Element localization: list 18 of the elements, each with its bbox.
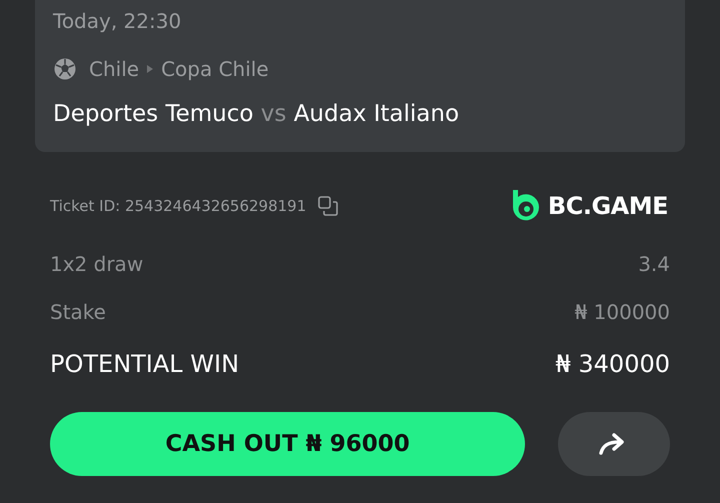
soccer-ball-icon bbox=[53, 57, 77, 81]
separator-icon bbox=[147, 65, 154, 73]
versus-label: vs bbox=[260, 101, 286, 127]
row-label: 1x2 draw bbox=[50, 252, 144, 276]
row-value: ₦ 340000 bbox=[555, 350, 670, 378]
copy-icon[interactable] bbox=[318, 196, 338, 216]
row-label: POTENTIAL WIN bbox=[50, 350, 240, 378]
match-time: Today, 22:30 bbox=[53, 9, 182, 35]
row-label: Stake bbox=[50, 300, 106, 324]
ticket-id: Ticket ID: 2543246432656298191 bbox=[50, 197, 306, 215]
country-label: Chile bbox=[89, 57, 140, 81]
cash-out-button[interactable]: CASH OUT ₦ 96000 bbox=[50, 412, 526, 476]
row-value: 3.4 bbox=[638, 252, 670, 276]
row-value: ₦ 100000 bbox=[574, 300, 670, 324]
brand-name: BC.GAME bbox=[548, 192, 668, 220]
team-name: Audax Italiano bbox=[294, 101, 460, 127]
team-name: Deportes Temuco bbox=[53, 101, 254, 127]
league-label: Copa Chile bbox=[161, 57, 269, 81]
